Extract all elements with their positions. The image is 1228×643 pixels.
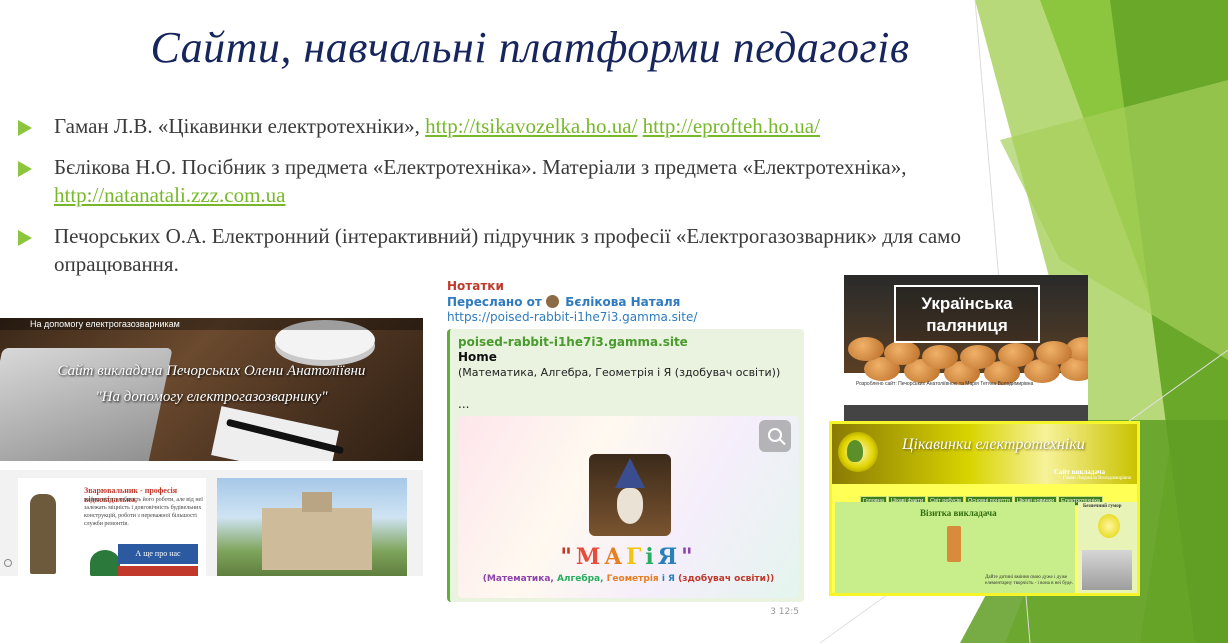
bullet-pechorskykh: Печорських О.А. Електронний (інтерактивн… xyxy=(18,222,1078,278)
worker-figure xyxy=(30,494,56,574)
preview-ellipsis: ... xyxy=(458,397,470,411)
wizard-hat xyxy=(615,458,645,488)
slide-title: Сайти, навчальні платформи педагогів xyxy=(150,23,910,72)
magia-letter: Я xyxy=(657,544,682,570)
subject-part: (Математика, xyxy=(482,574,557,584)
subject-part: і Я xyxy=(661,574,679,584)
magia-letter: " xyxy=(681,544,697,570)
cartoon-image xyxy=(1082,550,1132,590)
bread-banner: Українська паляниця xyxy=(844,275,1088,385)
link-preview[interactable]: poised-rabbit-i1he7i3.gamma.site Home (М… xyxy=(447,329,804,602)
avatar xyxy=(546,295,560,308)
teacher-photo xyxy=(947,526,961,562)
link-tsikavozelka[interactable]: http://tsikavozelka.ho.ua/ xyxy=(425,114,637,138)
electro-menu: Головна Цікаві факти Світ ребусів Основні п… xyxy=(860,489,1104,506)
bread-label-line1: Українська xyxy=(921,294,1013,313)
bread-label: Українська паляниця xyxy=(894,285,1040,343)
screenshot-bread-site: Українська паляниця Розроблено сайт: Печ… xyxy=(844,275,1088,425)
bun-image xyxy=(998,343,1034,367)
tile-red-bar xyxy=(118,566,198,576)
forwarded-from: Переслано от Бєлікова Наталя xyxy=(447,295,680,309)
magia-subjects: (Математика, Алгебра, Геометрія і Я (здо… xyxy=(458,574,799,584)
tile-text: майже ніхто не бачить його роботи, але в… xyxy=(84,497,203,527)
building-tower xyxy=(302,492,332,512)
message-meta: 3 12:5 xyxy=(770,607,799,617)
scroll-dot-icon xyxy=(4,559,12,567)
bun-image xyxy=(848,337,884,361)
electro-body: Візитка викладача Дайте дитині вміння св… xyxy=(835,502,1075,593)
site-credit: Розроблено сайт: Печорських Анатоліївною… xyxy=(856,381,1034,387)
bullet-arrow-icon xyxy=(18,161,32,177)
site-topbar: На допомогу електрогазозварникам xyxy=(0,318,423,330)
section-title: Візитка викладача xyxy=(920,508,997,518)
humor-label: Безпечний гумор xyxy=(1083,504,1122,509)
screenshot-electro-site: Цікавинки електротехніки Сайт викладача … xyxy=(829,421,1140,596)
bun-image xyxy=(884,341,920,365)
magia-letter: " xyxy=(560,544,576,570)
subject-part: (здобувач освіти)) xyxy=(678,574,775,584)
preview-description: (Математика, Алгебра, Геометрія і Я (здо… xyxy=(458,366,781,379)
bullet-arrow-icon xyxy=(18,230,32,246)
link-natanatali[interactable]: http://natanatali.zzz.com.ua xyxy=(54,183,285,207)
forwarded-prefix: Переслано от xyxy=(447,295,542,309)
bread-label-line2: паляниця xyxy=(926,316,1008,335)
electro-title: Цікавинки електротехніки xyxy=(902,436,1085,453)
bun-image xyxy=(1036,341,1072,365)
magia-letter: і xyxy=(645,544,658,570)
notes-label: Нотатки xyxy=(447,279,504,293)
forwarded-name[interactable]: Бєлікова Наталя xyxy=(565,295,680,309)
preview-title: Home xyxy=(458,350,497,364)
bullet-list: Гаман Л.В. «Цікавинки електротехніки», h… xyxy=(18,112,1078,291)
bullet-text: Печорських О.А. Електронний (інтерактивн… xyxy=(54,224,961,276)
bullet-arrow-icon xyxy=(18,120,32,136)
zoom-icon[interactable] xyxy=(759,420,791,452)
chat-message: Нотатки Переслано от Бєлікова Наталя htt… xyxy=(447,276,805,617)
subject-part: Алгебра, xyxy=(556,574,607,584)
preview-image[interactable]: "МАГіЯ" (Математика, Алгебра, Геометрія … xyxy=(458,416,799,598)
tile-profession: Зварювальник - професія відповідальна, м… xyxy=(18,478,206,576)
banner-line1: Сайт викладача Печорських Олени Анатолії… xyxy=(57,363,366,379)
magia-title: "МАГіЯ" xyxy=(458,544,799,570)
bullet-text: Бєлікова Н.О. Посібник з предмета «Елект… xyxy=(54,155,907,179)
electro-teacher-sub: Гаман Людмила Володимирівна xyxy=(1062,476,1131,481)
bullet-bielikova: Бєлікова Н.О. Посібник з предмета «Елект… xyxy=(18,153,1078,209)
banner-line2: "На допомогу електрогазозварнику" xyxy=(95,389,328,405)
wizard-image xyxy=(589,454,671,536)
electro-header: Цікавинки електротехніки Сайт викладача … xyxy=(832,424,1137,484)
screenshot-welder-site: На допомогу електрогазозварникам Сайт ви… xyxy=(0,318,423,576)
wizard-beard xyxy=(617,488,643,524)
magia-letter: Г xyxy=(626,544,646,570)
subject-part: Геометрія xyxy=(606,574,662,584)
bullet-text: Гаман Л.В. «Цікавинки електротехніки», xyxy=(54,114,426,138)
message-link[interactable]: https://poised-rabbit-i1he7i3.gamma.site… xyxy=(447,310,697,324)
bun-image xyxy=(960,345,996,369)
quote-text: Дайте дитині вміння свою дуже і дуже еле… xyxy=(985,575,1073,586)
site-banner: На допомогу електрогазозварникам Сайт ви… xyxy=(0,318,423,461)
site-tiles: Зварювальник - професія відповідальна, м… xyxy=(0,470,423,576)
bulb-icon xyxy=(847,440,863,462)
electro-teacher: Сайт викладача xyxy=(1053,468,1105,476)
link-eprofteh[interactable]: http://eprofteh.ho.ua/ xyxy=(643,114,820,138)
bullet-haman: Гаман Л.В. «Цікавинки електротехніки», h… xyxy=(18,112,1078,140)
bulb-cartoon-icon xyxy=(1098,514,1120,538)
building-image xyxy=(262,508,372,570)
welder-figure xyxy=(90,550,120,576)
electro-sidebar: Безпечний гумор xyxy=(1078,502,1137,593)
about-button[interactable]: А ще про нас xyxy=(118,544,198,564)
preview-site: poised-rabbit-i1he7i3.gamma.site xyxy=(458,335,688,349)
magia-letter: А xyxy=(604,544,627,570)
magia-letter: М xyxy=(575,544,605,570)
tile-building-photo xyxy=(217,478,407,576)
bun-image xyxy=(922,345,958,369)
